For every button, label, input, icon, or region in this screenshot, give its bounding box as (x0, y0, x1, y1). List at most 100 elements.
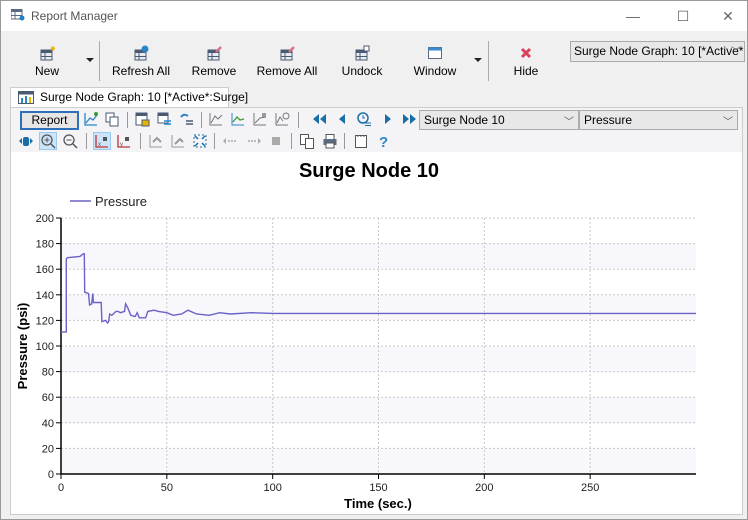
new-report-icon: ✸ (40, 45, 55, 61)
help-icon[interactable]: ? (375, 132, 393, 150)
tab-surge-node-graph[interactable]: Surge Node Graph: 10 [*Active*:Surge] (10, 87, 248, 107)
chevron-down-icon: ﹀ (723, 117, 733, 128)
hide-icon (520, 47, 532, 59)
graph-toolbar-row-2: x y ? (11, 130, 742, 152)
time-step-icon[interactable] (355, 110, 373, 128)
chart-properties-icon[interactable] (82, 110, 100, 128)
undo-filter-icon[interactable] (177, 110, 195, 128)
step-back-icon[interactable] (221, 132, 239, 150)
window-title: Report Manager (31, 9, 118, 23)
lock-x-axis-icon[interactable]: x (93, 132, 111, 150)
line-chart-icon[interactable] (207, 110, 225, 128)
attribute-select-dropdown[interactable]: Pressure ﹀ (579, 110, 738, 130)
remove-icon (207, 46, 222, 61)
refresh-all-icon (134, 45, 149, 61)
print-icon[interactable] (321, 132, 339, 150)
redo-zoom-icon[interactable] (169, 132, 187, 150)
report-manager-window: Report Manager — ☐ ✕ ✸ New Refresh All R… (0, 0, 748, 520)
toolbar-separator (344, 133, 345, 149)
area-chart-icon[interactable] (229, 110, 247, 128)
x-tick-label: 100 (263, 482, 281, 494)
report-button[interactable]: Report (20, 111, 79, 130)
graph-panel: Report Surge Node 10 ﹀ Pressure ﹀ x y ? … (10, 107, 743, 515)
minimize-button[interactable]: — (610, 1, 656, 31)
notes-icon[interactable] (352, 132, 370, 150)
y-tick-label: 80 (42, 367, 54, 379)
toolbar-separator (298, 112, 299, 128)
title-bar: Report Manager — ☐ ✕ (1, 1, 747, 31)
window-button[interactable]: Window (411, 45, 459, 85)
ribbon-separator (488, 41, 489, 81)
element-select-dropdown[interactable]: Surge Node 10 ﹀ (419, 110, 579, 130)
last-icon[interactable] (401, 110, 419, 128)
lock-y-axis-icon[interactable]: y (115, 132, 133, 150)
fit-all-icon[interactable] (191, 132, 209, 150)
svg-text:✸: ✸ (50, 45, 55, 53)
x-tick-label: 50 (161, 482, 173, 494)
step-forward-icon[interactable] (245, 132, 263, 150)
x-tick-label: 0 (58, 482, 64, 494)
toolbar-separator (201, 112, 202, 128)
new-dropdown-arrow[interactable] (86, 58, 94, 62)
legend-label: Pressure (95, 194, 147, 209)
toolbar-separator (214, 133, 215, 149)
next-icon[interactable] (379, 110, 397, 128)
hide-button[interactable]: Hide (511, 45, 541, 85)
chart-title: Surge Node 10 (299, 160, 439, 182)
y-tick-label: 40 (42, 418, 54, 430)
copy-chart-icon[interactable] (103, 110, 121, 128)
svg-text:y: y (120, 142, 123, 148)
refresh-all-button[interactable]: Refresh All (111, 45, 171, 85)
undock-button[interactable]: Undock (339, 45, 385, 85)
y-tick-label: 140 (36, 290, 54, 302)
zoom-out-icon[interactable] (61, 132, 79, 150)
remove-all-icon (280, 46, 295, 61)
y-tick-label: 120 (36, 315, 54, 327)
close-button[interactable]: ✕ (705, 1, 748, 31)
pan-icon[interactable] (17, 132, 35, 150)
toolbar-separator (127, 112, 128, 128)
xy-chart-icon[interactable] (251, 110, 269, 128)
y-axis-label: Pressure (psi) (15, 303, 30, 390)
first-icon[interactable] (310, 110, 328, 128)
zoom-in-icon[interactable] (39, 132, 57, 150)
window-dropdown-arrow[interactable] (474, 58, 482, 62)
y-tick-label: 160 (36, 264, 54, 276)
tab-label: Surge Node Graph: 10 [*Active*:Surge] (40, 90, 249, 104)
graph-tab-icon (18, 91, 34, 104)
x-tick-label: 200 (475, 482, 493, 494)
time-chart-icon[interactable] (273, 110, 291, 128)
svg-text:?: ? (379, 134, 388, 149)
stop-icon[interactable] (267, 132, 285, 150)
report-manager-app-icon (11, 9, 25, 21)
ribbon-toolbar: ✸ New Refresh All Remove Remove All Undo… (1, 31, 747, 87)
remove-all-button[interactable]: Remove All (255, 45, 319, 85)
x-tick-label: 150 (369, 482, 387, 494)
maximize-button[interactable]: ☐ (660, 1, 706, 31)
graph-toolbar-row-1: Report Surge Node 10 ﹀ Pressure ﹀ (11, 108, 742, 130)
y-tick-label: 0 (48, 469, 54, 481)
svg-text:x: x (98, 142, 101, 148)
chevron-down-icon: ﹀ (564, 117, 574, 128)
pressure-chart: 0 20 40 60 80 100 120 140 160 180 200 0 50 100 150 200 2… (15, 160, 696, 511)
previous-icon[interactable] (333, 110, 351, 128)
x-tick-label: 250 (581, 482, 599, 494)
y-tick-label: 20 (42, 443, 54, 455)
y-tick-label: 200 (36, 213, 54, 225)
undo-zoom-icon[interactable] (147, 132, 165, 150)
undock-icon (355, 45, 370, 61)
new-button[interactable]: ✸ New (28, 45, 66, 85)
toolbar-separator (86, 133, 87, 149)
remove-button[interactable]: Remove (190, 45, 238, 85)
x-axis-label: Time (sec.) (344, 496, 412, 511)
y-tick-label: 180 (36, 239, 54, 251)
save-layout-icon[interactable] (133, 110, 151, 128)
toolbar-separator (140, 133, 141, 149)
graph-selector-dropdown[interactable]: Surge Node Graph: 10 [*Active* ﹀ (570, 41, 745, 62)
copy-icon[interactable] (298, 132, 316, 150)
filter-icon[interactable] (155, 110, 173, 128)
y-tick-label: 60 (42, 392, 54, 404)
chevron-down-icon: ﹀ (731, 47, 741, 58)
toolbar-separator (291, 133, 292, 149)
ribbon-separator (99, 41, 100, 81)
